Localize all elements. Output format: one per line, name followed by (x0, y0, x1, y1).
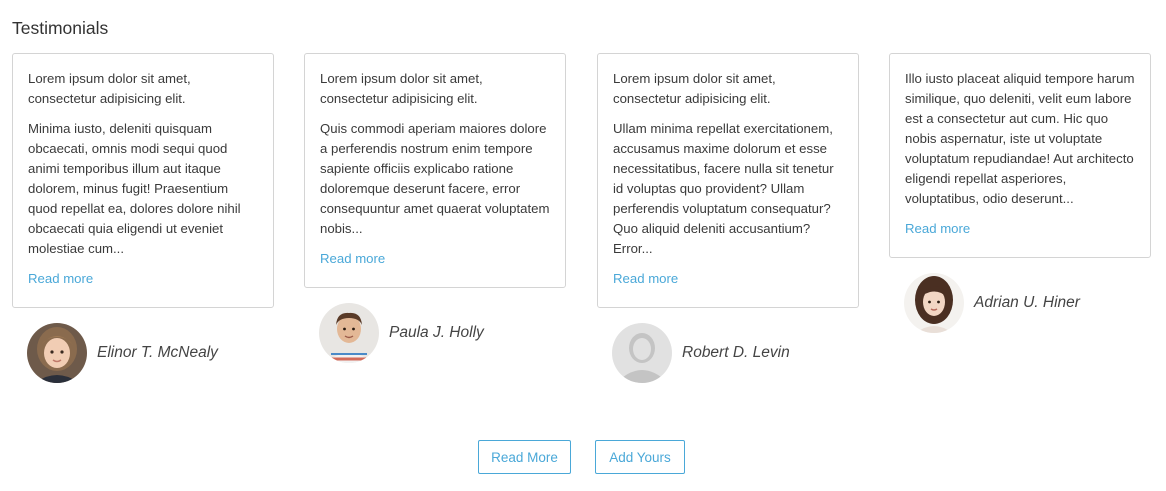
testimonial-intro: Lorem ipsum dolor sit amet, consectetur … (320, 71, 483, 106)
section-title: Testimonials (12, 18, 109, 38)
action-buttons: Read More Add Yours (478, 440, 685, 474)
testimonial-intro: Lorem ipsum dolor sit amet, consectetur … (28, 71, 191, 106)
testimonial-4: Illo iusto placeat aliquid tempore harum… (889, 53, 1151, 333)
read-more-link[interactable]: Read more (613, 269, 678, 289)
testimonial-author: Robert D. Levin (597, 323, 859, 383)
read-more-link[interactable]: Read more (28, 269, 93, 289)
woman-portrait-icon (904, 273, 964, 333)
author-name: Elinor T. McNealy (97, 344, 218, 361)
testimonial-author: Adrian U. Hiner (889, 273, 1151, 333)
testimonial-body: Ullam minima repellat exercitationem, ac… (613, 121, 834, 256)
testimonial-body: Illo iusto placeat aliquid tempore harum… (905, 71, 1135, 206)
testimonial-author: Paula J. Holly (304, 303, 566, 363)
testimonial-intro: Lorem ipsum dolor sit amet, consectetur … (613, 71, 776, 106)
testimonial-body: Minima iusto, deleniti quisquam obcaecat… (28, 121, 241, 256)
read-more-link[interactable]: Read more (320, 249, 385, 269)
testimonial-card: Lorem ipsum dolor sit amet, consectetur … (304, 53, 566, 288)
testimonial-author: Elinor T. McNealy (12, 323, 274, 383)
author-name: Robert D. Levin (682, 344, 790, 361)
add-yours-button[interactable]: Add Yours (595, 440, 685, 474)
testimonial-card: Illo iusto placeat aliquid tempore harum… (889, 53, 1151, 258)
default-user-icon (612, 323, 672, 383)
girl-portrait-icon (27, 323, 87, 383)
man-portrait-icon (319, 303, 379, 363)
read-more-link[interactable]: Read more (905, 219, 970, 239)
read-more-button[interactable]: Read More (478, 440, 571, 474)
author-name: Paula J. Holly (389, 324, 484, 341)
testimonial-1: Lorem ipsum dolor sit amet, consectetur … (12, 53, 274, 383)
testimonial-card: Lorem ipsum dolor sit amet, consectetur … (12, 53, 274, 308)
testimonial-3: Lorem ipsum dolor sit amet, consectetur … (597, 53, 859, 383)
testimonial-body: Quis commodi aperiam maiores dolore a pe… (320, 121, 550, 236)
author-name: Adrian U. Hiner (974, 294, 1080, 311)
testimonials-section: Testimonials Lorem ipsum dolor sit amet,… (0, 0, 1166, 491)
testimonial-card: Lorem ipsum dolor sit amet, consectetur … (597, 53, 859, 308)
testimonial-2: Lorem ipsum dolor sit amet, consectetur … (304, 53, 566, 363)
